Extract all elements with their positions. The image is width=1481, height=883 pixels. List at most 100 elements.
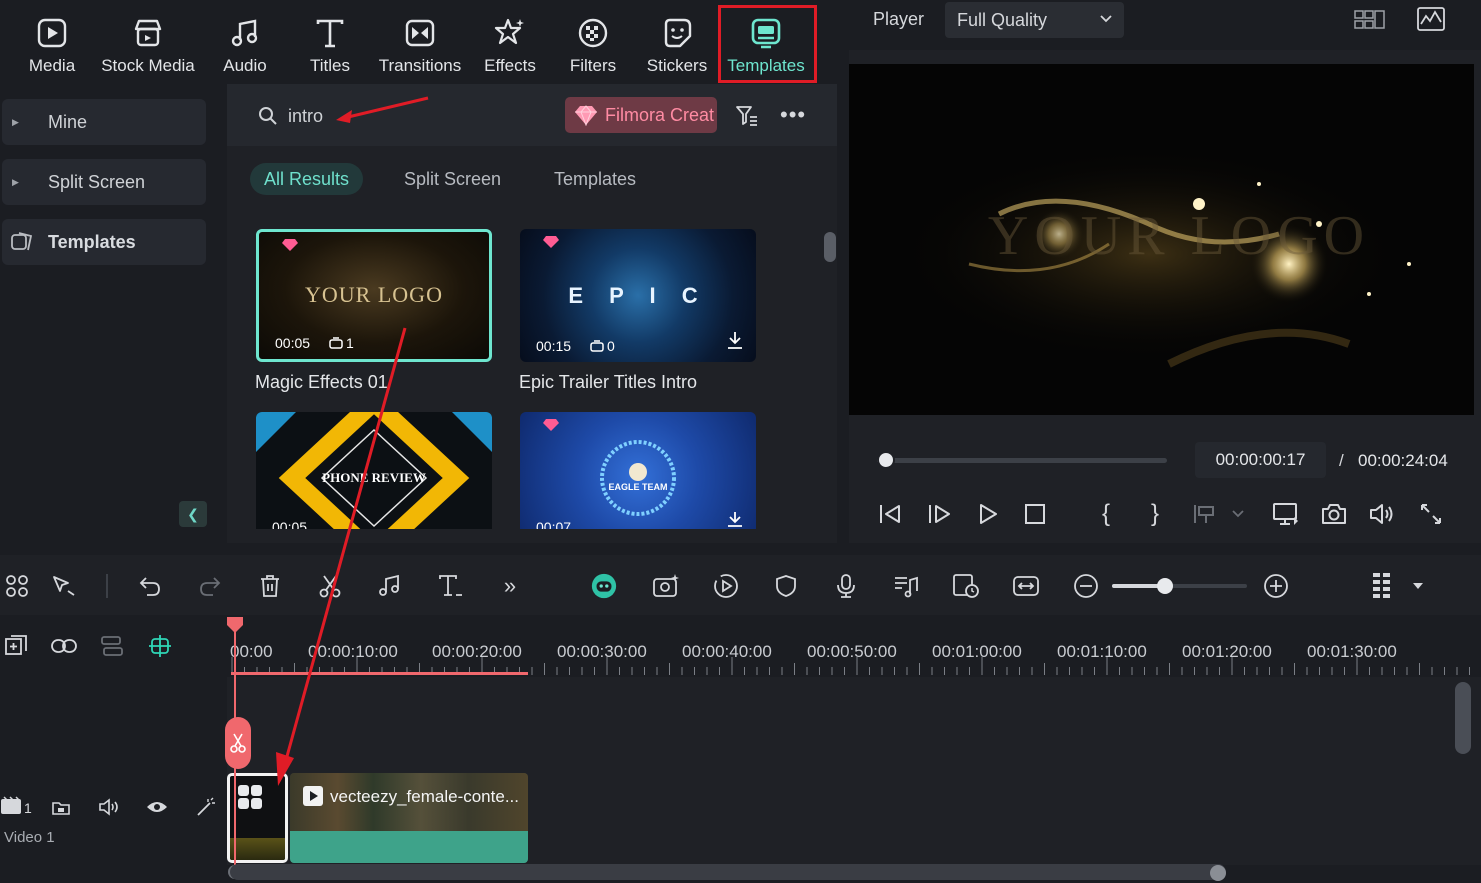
toolbar-transitions[interactable]: Transitions	[375, 0, 465, 84]
timeline-view-button[interactable]	[1368, 572, 1396, 600]
tab-split-screen[interactable]: Split Screen	[404, 163, 501, 195]
grid-view-icon[interactable]	[1354, 8, 1386, 32]
eye-icon[interactable]	[146, 799, 168, 815]
timeline-vertical-scrollbar[interactable]	[1455, 682, 1471, 754]
toolbar-stock-media[interactable]: Stock Media	[98, 0, 198, 84]
playback-progress-track[interactable]	[877, 458, 1167, 463]
titles-t-icon	[316, 19, 344, 48]
display-button[interactable]	[1272, 500, 1300, 528]
snap-magnet-icon[interactable]	[147, 633, 173, 659]
template-card-epic-trailer[interactable]: E P I C 00:15 0	[520, 229, 756, 362]
annotation-arrow-search	[336, 96, 429, 123]
toolbar-filters[interactable]: Filters	[565, 0, 621, 84]
plus-circle-icon	[1264, 574, 1288, 598]
volume-button[interactable]	[1368, 500, 1396, 528]
music-list-icon	[895, 576, 918, 598]
time-separator: /	[1339, 451, 1344, 470]
sidebar-item-templates[interactable]: Templates	[2, 219, 206, 265]
ai-image-button[interactable]	[652, 572, 680, 600]
toolbar-audio[interactable]: Audio	[215, 0, 275, 84]
play-button[interactable]	[974, 500, 1002, 528]
ai-camera-icon	[653, 574, 679, 597]
sidebar-item-split-screen[interactable]: ▶ Split Screen	[2, 159, 206, 205]
magic-wand-icon[interactable]	[194, 797, 216, 819]
video-clip-audio	[290, 831, 528, 863]
zoom-in-button[interactable]	[1262, 572, 1290, 600]
library-scrollbar[interactable]	[824, 232, 836, 262]
mark-in-button[interactable]: {	[1092, 500, 1120, 528]
text-tool-button[interactable]	[436, 572, 464, 600]
track-audio-icon[interactable]	[98, 797, 120, 817]
timeline-horizontal-scrollbar[interactable]	[230, 864, 1226, 880]
minus-circle-icon	[1074, 574, 1098, 598]
undo-button[interactable]	[136, 572, 164, 600]
link-icon[interactable]	[50, 636, 78, 656]
video-track-icon	[0, 796, 22, 816]
playhead-handle[interactable]	[225, 615, 245, 635]
more-tools-button[interactable]: »	[496, 572, 524, 600]
download-icon[interactable]	[726, 511, 744, 527]
double-chevron-right-icon: »	[503, 573, 517, 598]
filter-sort-icon[interactable]	[735, 104, 759, 128]
film-icon	[1, 796, 21, 814]
next-frame-button[interactable]	[925, 500, 953, 528]
current-time-display[interactable]: 00:00:00:17	[1195, 442, 1326, 478]
layout-button[interactable]	[3, 572, 31, 600]
redo-button[interactable]	[196, 572, 224, 600]
playback-progress-handle[interactable]	[876, 451, 895, 469]
zoom-slider-handle[interactable]	[1157, 578, 1173, 594]
insert-icon	[1194, 505, 1214, 523]
record-voice-button[interactable]	[832, 572, 860, 600]
collapse-sidebar-button[interactable]: ❮	[179, 501, 207, 527]
reframe-clock-icon	[953, 574, 979, 598]
category-sidebar: ▶ Mine ▶ Split Screen Templates	[0, 84, 227, 543]
add-track-icon[interactable]	[4, 634, 30, 658]
toolbar-effects[interactable]: Effects	[478, 0, 542, 84]
filmora-creator-button[interactable]: Filmora Creat	[565, 97, 717, 133]
toolbar-stickers[interactable]: Stickers	[643, 0, 711, 84]
track-manager-icon[interactable]	[99, 634, 125, 658]
snapshot-button[interactable]	[1320, 500, 1348, 528]
quality-select[interactable]: Full Quality	[945, 2, 1124, 38]
toolbar-media[interactable]: Media	[22, 0, 82, 84]
ai-assistant-button[interactable]	[590, 572, 618, 600]
redo-icon	[200, 577, 221, 596]
select-tool-button[interactable]	[50, 572, 78, 600]
microphone-icon	[837, 574, 855, 598]
scopes-icon[interactable]	[1417, 7, 1445, 31]
premium-gem-icon	[282, 239, 298, 251]
card-title: Epic Trailer Titles Intro	[519, 372, 698, 392]
fit-timeline-button[interactable]	[1012, 572, 1040, 600]
download-icon[interactable]	[726, 330, 744, 350]
fullscreen-button[interactable]	[1417, 500, 1445, 528]
scrollbar-end-handle[interactable]	[1210, 865, 1226, 881]
template-card-eagle-team[interactable]: EAGLE TEAM 00:07	[520, 412, 756, 529]
grid-icon	[6, 575, 28, 597]
tab-all-results[interactable]: All Results	[250, 163, 363, 195]
track-label: Video 1	[4, 829, 55, 846]
chevron-down-icon[interactable]	[1232, 510, 1244, 518]
tab-templates[interactable]: Templates	[554, 163, 636, 195]
auto-reframe-button[interactable]	[952, 572, 980, 600]
previous-frame-button[interactable]	[876, 500, 904, 528]
speed-button[interactable]	[712, 572, 740, 600]
caret-down-icon[interactable]	[1413, 583, 1423, 590]
insert-button[interactable]	[1190, 500, 1218, 528]
eagle-ring-art	[600, 440, 676, 516]
fit-arrows-icon	[1013, 576, 1039, 596]
sidebar-item-mine[interactable]: ▶ Mine	[2, 99, 206, 145]
toolbar-titles[interactable]: Titles	[300, 0, 360, 84]
zoom-out-button[interactable]	[1072, 572, 1100, 600]
ruler-tick-label: 00:00:40:00	[682, 642, 772, 661]
mask-button[interactable]	[772, 572, 800, 600]
audio-beat-button[interactable]	[892, 572, 920, 600]
more-options-icon[interactable]: •••	[780, 102, 806, 128]
stop-button[interactable]	[1021, 500, 1049, 528]
video-preview[interactable]: YOUR LOGO	[849, 64, 1474, 415]
mark-out-button[interactable]: }	[1141, 500, 1169, 528]
stop-icon	[1025, 504, 1045, 524]
playhead-split-handle[interactable]	[225, 717, 251, 769]
camera-icon	[1322, 504, 1346, 524]
lock-folder-icon[interactable]	[51, 797, 71, 817]
speed-circle-icon	[714, 574, 738, 598]
